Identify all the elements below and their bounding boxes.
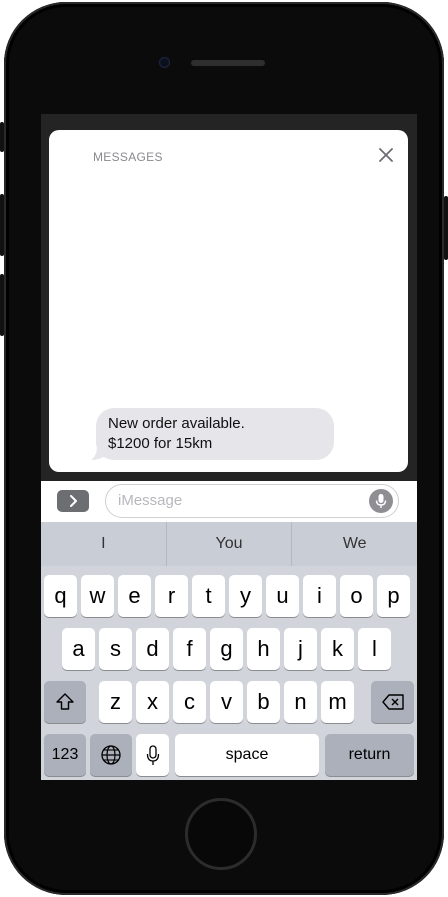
key-n[interactable]: n [284,681,317,723]
message-input-placeholder: iMessage [118,492,183,509]
key-o[interactable]: o [340,575,373,617]
key-b[interactable]: b [247,681,280,723]
space-key[interactable]: space [175,734,319,776]
key-i[interactable]: i [303,575,336,617]
key-z[interactable]: z [99,681,132,723]
key-c[interactable]: c [173,681,206,723]
home-button[interactable] [185,798,257,870]
key-q[interactable]: q [44,575,77,617]
front-camera [159,57,170,68]
key-f[interactable]: f [173,628,206,670]
message-line-2: $1200 for 15km [108,435,213,452]
power-button [444,196,448,260]
key-e[interactable]: e [118,575,151,617]
key-x[interactable]: x [136,681,169,723]
voice-message-button[interactable] [369,489,393,513]
dictation-key[interactable] [136,734,169,776]
key-l[interactable]: l [358,628,391,670]
suggestion-1[interactable]: I [41,522,167,566]
message-input[interactable]: iMessage [105,484,399,518]
key-p[interactable]: p [377,575,410,617]
volume-up-button [0,194,4,256]
earpiece-speaker [191,60,265,66]
key-v[interactable]: v [210,681,243,723]
message-line-1: New order available. [108,415,245,432]
backspace-icon [381,694,404,710]
globe-icon [101,745,121,765]
key-t[interactable]: t [192,575,225,617]
microphone-icon [146,745,159,765]
delete-key[interactable] [371,681,414,723]
key-y[interactable]: y [229,575,262,617]
key-j[interactable]: j [284,628,317,670]
key-a[interactable]: a [62,628,95,670]
key-m[interactable]: m [321,681,354,723]
key-h[interactable]: h [247,628,280,670]
shift-icon [56,693,74,710]
shift-key[interactable] [44,681,86,723]
microphone-icon [375,494,387,508]
predictive-bar: I You We [41,522,417,566]
chevron-right-icon [70,495,77,507]
key-k[interactable]: k [321,628,354,670]
notification-card: MESSAGES New order available. $1200 for … [49,130,408,472]
mute-switch [0,122,4,152]
screen: MESSAGES New order available. $1200 for … [41,114,417,780]
key-s[interactable]: s [99,628,132,670]
close-icon[interactable] [378,147,394,163]
key-g[interactable]: g [210,628,243,670]
key-r[interactable]: r [155,575,188,617]
notification-app-name: MESSAGES [93,150,163,164]
apps-button[interactable] [57,490,89,512]
keyboard: I You We q w e r t y u i o p a s d f g h… [41,522,417,780]
globe-key[interactable] [90,734,132,776]
return-key[interactable]: return [325,734,414,776]
suggestion-3[interactable]: We [292,522,417,566]
suggestion-2[interactable]: You [167,522,293,566]
volume-down-button [0,274,4,336]
key-w[interactable]: w [81,575,114,617]
message-bubble: New order available. $1200 for 15km [96,408,334,460]
key-d[interactable]: d [136,628,169,670]
key-u[interactable]: u [266,575,299,617]
numbers-key[interactable]: 123 [44,734,86,776]
phone-frame: MESSAGES New order available. $1200 for … [0,2,448,895]
compose-bar: iMessage [41,481,417,522]
